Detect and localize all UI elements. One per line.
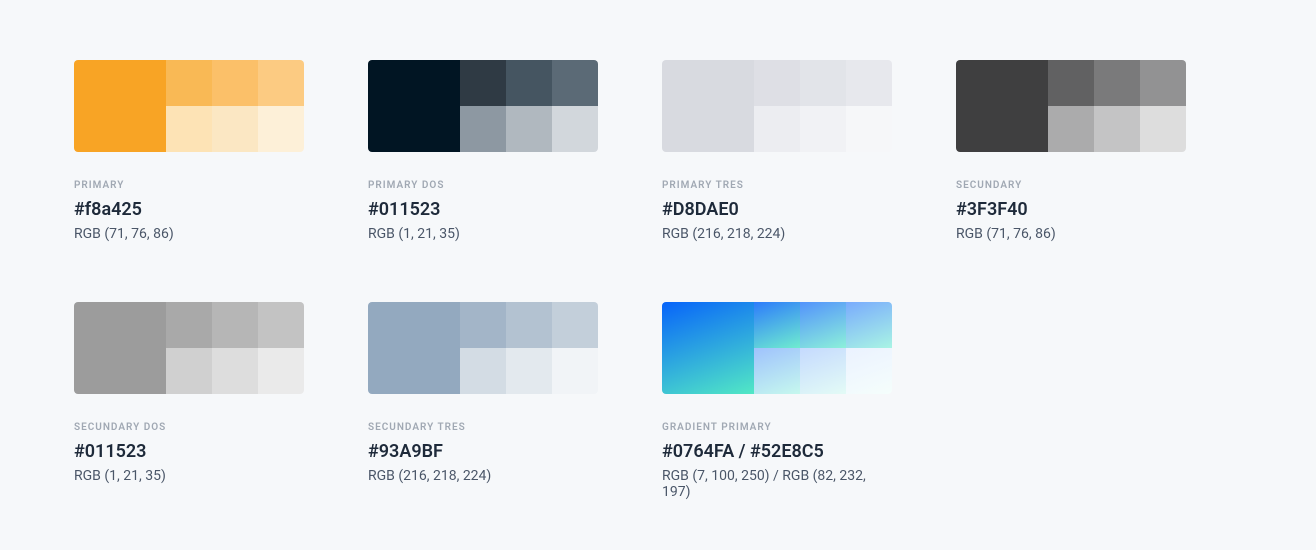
swatch-tint	[258, 302, 304, 348]
swatch-tint	[1048, 106, 1094, 152]
swatch-tint	[1048, 60, 1094, 106]
swatch-tint	[506, 348, 552, 394]
swatch-grid	[956, 60, 1186, 152]
palette-card: PRIMARY #f8a425 RGB (71, 76, 86)	[74, 60, 304, 242]
palette-hex: #3F3F40	[956, 199, 1186, 220]
swatch-tint	[754, 302, 800, 348]
swatch-grid	[368, 60, 598, 152]
palette-card: SECUNDARY #3F3F40 RGB (71, 76, 86)	[956, 60, 1186, 242]
swatch-grid	[74, 302, 304, 394]
swatch-tint	[800, 348, 846, 394]
swatch-tint	[166, 302, 212, 348]
swatch-tint	[1094, 60, 1140, 106]
swatch-tint	[166, 348, 212, 394]
swatch-tint	[754, 348, 800, 394]
palette-rgb: RGB (216, 218, 224)	[662, 226, 892, 242]
swatch-tint	[846, 106, 892, 152]
palette-rgb: RGB (71, 76, 86)	[74, 226, 304, 242]
swatch-tint	[754, 60, 800, 106]
swatch-tint	[212, 348, 258, 394]
swatch-tint	[460, 60, 506, 106]
swatch-tint	[846, 302, 892, 348]
palette-hex: #f8a425	[74, 199, 304, 220]
palette-label: PRIMARY	[74, 180, 304, 191]
swatch-tint	[258, 348, 304, 394]
swatch-tint	[506, 106, 552, 152]
palette-card: GRADIENT PRIMARY #0764FA / #52E8C5 RGB (7,…	[662, 302, 892, 500]
swatch-tint	[552, 60, 598, 106]
swatch-tint	[506, 60, 552, 106]
palette-grid: PRIMARY #f8a425 RGB (71, 76, 86) PRIMARY DO…	[74, 60, 1242, 500]
swatch-primary	[368, 60, 460, 152]
palette-card: SECUNDARY DOS #011523 RGB (1, 21, 35)	[74, 302, 304, 500]
swatch-tint	[258, 106, 304, 152]
swatch-tint	[800, 106, 846, 152]
swatch-tint	[552, 302, 598, 348]
swatch-grid	[662, 60, 892, 152]
swatch-tint	[506, 302, 552, 348]
palette-label: SECUNDARY TRES	[368, 422, 598, 433]
swatch-primary	[956, 60, 1048, 152]
swatch-primary	[368, 302, 460, 394]
palette-meta: SECUNDARY TRES #93A9BF RGB (216, 218, 224)	[368, 394, 598, 484]
palette-rgb: RGB (1, 21, 35)	[368, 226, 598, 242]
swatch-tint	[460, 106, 506, 152]
swatch-tint	[846, 60, 892, 106]
palette-label: PRIMARY TRES	[662, 180, 892, 191]
swatch-primary	[74, 302, 166, 394]
palette-label: GRADIENT PRIMARY	[662, 422, 892, 433]
palette-meta: SECUNDARY #3F3F40 RGB (71, 76, 86)	[956, 152, 1186, 242]
palette-meta: PRIMARY #f8a425 RGB (71, 76, 86)	[74, 152, 304, 242]
swatch-tint	[552, 348, 598, 394]
swatch-tint	[212, 60, 258, 106]
palette-hex: #011523	[74, 441, 304, 462]
swatch-tint	[800, 60, 846, 106]
palette-rgb: RGB (216, 218, 224)	[368, 468, 598, 484]
palette-meta: SECUNDARY DOS #011523 RGB (1, 21, 35)	[74, 394, 304, 484]
swatch-tint	[1140, 60, 1186, 106]
swatch-tint	[258, 60, 304, 106]
swatch-tint	[800, 302, 846, 348]
palette-label: SECUNDARY DOS	[74, 422, 304, 433]
swatch-tint	[212, 106, 258, 152]
palette-rgb: RGB (1, 21, 35)	[74, 468, 304, 484]
swatch-tint	[1094, 106, 1140, 152]
swatch-primary	[74, 60, 166, 152]
palette-rgb: RGB (71, 76, 86)	[956, 226, 1186, 242]
palette-meta: PRIMARY TRES #D8DAE0 RGB (216, 218, 224)	[662, 152, 892, 242]
swatch-grid	[74, 60, 304, 152]
swatch-tint	[460, 302, 506, 348]
palette-card: PRIMARY TRES #D8DAE0 RGB (216, 218, 224)	[662, 60, 892, 242]
swatch-tint	[1140, 106, 1186, 152]
palette-card: PRIMARY DOS #011523 RGB (1, 21, 35)	[368, 60, 598, 242]
palette-hex: #93A9BF	[368, 441, 598, 462]
swatch-tint	[460, 348, 506, 394]
swatch-tint	[754, 106, 800, 152]
swatch-tint	[166, 106, 212, 152]
swatch-tint	[212, 302, 258, 348]
palette-meta: GRADIENT PRIMARY #0764FA / #52E8C5 RGB (7,…	[662, 394, 892, 500]
palette-hex: #0764FA / #52E8C5	[662, 441, 892, 462]
swatch-tint	[552, 106, 598, 152]
palette-hex: #011523	[368, 199, 598, 220]
swatch-tint	[166, 60, 212, 106]
swatch-tint	[846, 348, 892, 394]
swatch-primary	[662, 60, 754, 152]
swatch-grid	[662, 302, 892, 394]
palette-hex: #D8DAE0	[662, 199, 892, 220]
palette-card: SECUNDARY TRES #93A9BF RGB (216, 218, 224)	[368, 302, 598, 500]
palette-label: PRIMARY DOS	[368, 180, 598, 191]
swatch-primary	[662, 302, 754, 394]
palette-rgb: RGB (7, 100, 250) / RGB (82, 232, 197)	[662, 468, 892, 500]
color-palette-page: PRIMARY #f8a425 RGB (71, 76, 86) PRIMARY DO…	[0, 0, 1316, 550]
palette-label: SECUNDARY	[956, 180, 1186, 191]
swatch-grid	[368, 302, 598, 394]
palette-meta: PRIMARY DOS #011523 RGB (1, 21, 35)	[368, 152, 598, 242]
